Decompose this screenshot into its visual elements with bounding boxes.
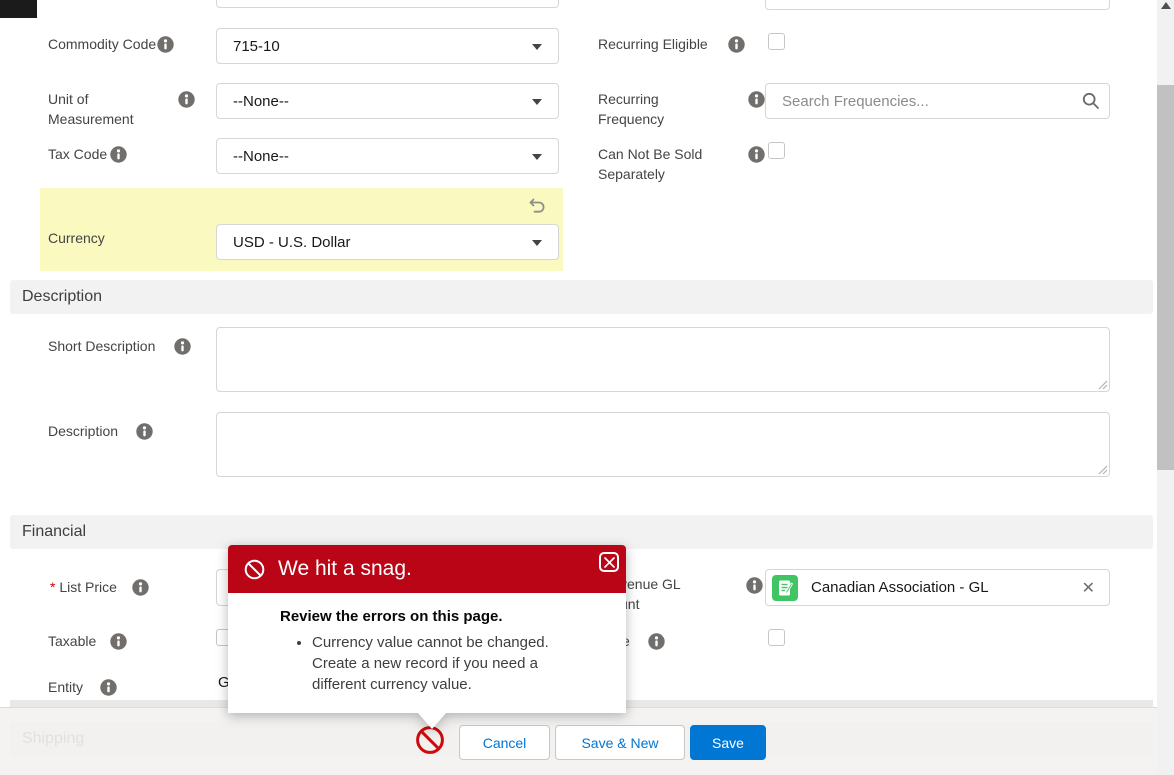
error-popover: We hit a snag. Review the errors on this… bbox=[228, 545, 626, 713]
gl-account-icon bbox=[772, 575, 798, 601]
recurring-frequency-search-input[interactable] bbox=[765, 83, 1110, 119]
unit-of-measurement-label: Unit of Measurement bbox=[48, 89, 160, 129]
top-right-partial-input[interactable] bbox=[765, 0, 1110, 10]
top-left-partial-input[interactable] bbox=[216, 0, 559, 8]
popover-nubbin bbox=[417, 712, 447, 729]
resize-handle-icon[interactable] bbox=[1098, 380, 1108, 390]
revenue-gl-account-label-line1: venue GL bbox=[620, 574, 681, 594]
short-description-info-icon[interactable] bbox=[174, 338, 191, 355]
error-heading: Review the errors on this page. bbox=[280, 608, 606, 625]
recurring-eligible-label: Recurring Eligible bbox=[598, 34, 708, 54]
modal-footer: Cancel Save & New Save bbox=[0, 707, 1157, 775]
description-section-header: Description bbox=[10, 280, 1153, 314]
partially-hidden-info-icon[interactable] bbox=[648, 633, 665, 650]
resize-handle-icon[interactable] bbox=[1098, 465, 1108, 475]
commodity-code-select[interactable]: 715-10 bbox=[216, 28, 559, 64]
error-list: Currency value cannot be changed. Create… bbox=[280, 632, 606, 695]
chevron-down-icon bbox=[532, 99, 542, 105]
description-label: Description bbox=[48, 421, 118, 441]
chevron-down-icon bbox=[532, 154, 542, 160]
product-edit-form: Commodity Code 715-10 Unit of Measuremen… bbox=[0, 0, 1174, 775]
recurring-frequency-info-icon[interactable] bbox=[748, 91, 765, 108]
can-not-be-sold-checkbox[interactable] bbox=[768, 142, 785, 159]
scroll-up-icon[interactable] bbox=[1161, 2, 1171, 9]
revenue-gl-value: Canadian Association - GL bbox=[811, 579, 1082, 596]
search-icon[interactable] bbox=[1082, 92, 1099, 109]
error-popover-title: We hit a snag. bbox=[278, 557, 412, 581]
close-icon[interactable] bbox=[599, 552, 619, 572]
description-textarea[interactable] bbox=[216, 412, 1110, 477]
unit-of-measurement-info-icon[interactable] bbox=[178, 91, 195, 108]
remove-lookup-icon[interactable]: ✕ bbox=[1082, 578, 1095, 598]
chevron-down-icon bbox=[532, 44, 542, 50]
tax-code-info-icon[interactable] bbox=[110, 146, 127, 163]
undo-icon[interactable] bbox=[528, 196, 545, 213]
save-and-new-button[interactable]: Save & New bbox=[555, 725, 685, 760]
commodity-code-label: Commodity Code bbox=[48, 34, 156, 54]
description-section-title: Description bbox=[22, 288, 102, 306]
can-not-be-sold-separately-label: Can Not Be Sold Separately bbox=[598, 144, 728, 184]
revenue-gl-info-icon[interactable] bbox=[746, 577, 763, 594]
revenue-gl-lookup-pill[interactable]: Canadian Association - GL ✕ bbox=[765, 569, 1110, 606]
required-asterisk: * bbox=[50, 579, 55, 595]
chevron-down-icon bbox=[532, 240, 542, 246]
currency-select[interactable]: USD - U.S. Dollar bbox=[216, 224, 559, 260]
tax-code-select[interactable]: --None-- bbox=[216, 138, 559, 174]
short-description-textarea[interactable] bbox=[216, 327, 1110, 392]
entity-info-icon[interactable] bbox=[100, 679, 117, 696]
commodity-code-value: 715-10 bbox=[233, 38, 280, 55]
taxable-info-icon[interactable] bbox=[110, 633, 127, 650]
description-info-icon[interactable] bbox=[136, 423, 153, 440]
ban-icon bbox=[244, 559, 265, 580]
currency-label: Currency bbox=[48, 228, 105, 248]
save-button[interactable]: Save bbox=[690, 725, 766, 760]
currency-value: USD - U.S. Dollar bbox=[233, 234, 351, 251]
taxable-label: Taxable bbox=[48, 631, 96, 651]
can-not-be-sold-info-icon[interactable] bbox=[748, 146, 765, 163]
financial-section-title: Financial bbox=[22, 523, 86, 541]
scrollbar[interactable] bbox=[1157, 0, 1174, 775]
entity-label: Entity bbox=[48, 677, 83, 697]
error-popover-body: Review the errors on this page. Currency… bbox=[228, 593, 626, 713]
tax-code-label: Tax Code bbox=[48, 144, 107, 164]
unit-of-measurement-value: --None-- bbox=[233, 93, 289, 110]
list-price-label: * List Price bbox=[50, 577, 117, 597]
scrollbar-thumb[interactable] bbox=[1157, 85, 1174, 470]
unit-of-measurement-select[interactable]: --None-- bbox=[216, 83, 559, 119]
error-prohibition-icon[interactable] bbox=[415, 725, 445, 755]
error-item: Currency value cannot be changed. Create… bbox=[312, 632, 592, 695]
cancel-button[interactable]: Cancel bbox=[459, 725, 550, 760]
commodity-code-info-icon[interactable] bbox=[157, 36, 174, 53]
recurring-eligible-checkbox[interactable] bbox=[768, 33, 785, 50]
recurring-frequency-label: Recurring Frequency bbox=[598, 89, 698, 129]
financial-section-header: Financial bbox=[10, 515, 1153, 549]
partially-hidden-checkbox[interactable] bbox=[768, 629, 785, 646]
list-price-info-icon[interactable] bbox=[132, 579, 149, 596]
tax-code-value: --None-- bbox=[233, 148, 289, 165]
corner-artifact bbox=[0, 0, 37, 18]
short-description-label: Short Description bbox=[48, 336, 155, 356]
error-popover-header: We hit a snag. bbox=[228, 545, 626, 593]
recurring-eligible-info-icon[interactable] bbox=[728, 36, 745, 53]
